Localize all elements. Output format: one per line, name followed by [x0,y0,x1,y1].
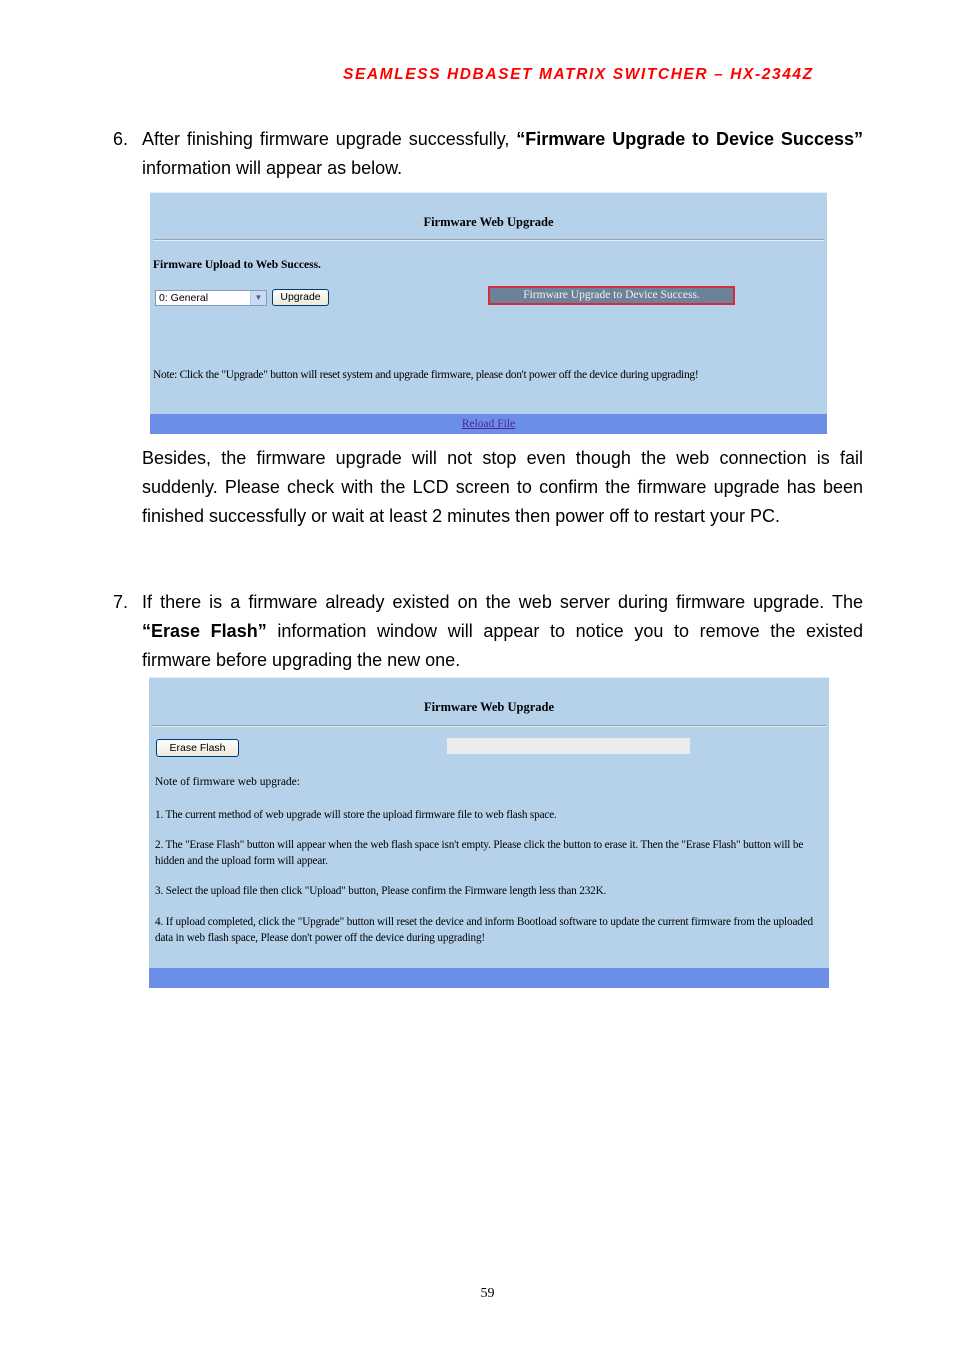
step-6-bold: “Firmware Upgrade to Device Success” [516,129,863,149]
footer-bar [149,968,829,988]
success-message: Firmware Upgrade to Device Success. [488,286,735,305]
step-6-text-after: information will appear as below. [142,157,403,178]
page-number: 59 [480,1286,495,1301]
step-6-text: After finishing firmware upgrade success… [142,125,863,183]
document-header: SEAMLESS HDBASET MATRIX SWITCHER – HX-23… [343,66,814,83]
note-item: 3. Select the upload file then click "Up… [155,885,607,897]
step-6-text-before: After finishing firmware upgrade success… [142,129,517,149]
note-item: 4. If upload completed, click the "Upgra… [155,916,813,944]
note-item: 1. The current method of web upgrade wil… [155,809,557,821]
upgrade-button[interactable]: Upgrade [272,289,329,306]
step-7-bold: “Erase Flash” [142,620,267,641]
panel-title: Firmware Web Upgrade [423,215,554,229]
top-edge [150,192,827,193]
firmware-upgrade-screenshot-success: Firmware Web Upgrade Firmware Upload to … [150,192,827,434]
select-value: 0: General [159,292,209,304]
note-heading: Note of firmware web upgrade: [155,776,300,788]
panel-title: Firmware Web Upgrade [423,700,555,714]
chevron-down-icon[interactable]: ▼ [250,291,266,305]
reload-file-link[interactable]: Reload File [462,418,515,430]
erase-flash-button[interactable]: Erase Flash [156,739,239,757]
step-7-text: If there is a firmware already existed o… [142,588,863,674]
divider [152,725,826,727]
firmware-type-select[interactable]: 0: General ▼ [155,290,267,306]
step-6-number: 6. [113,129,129,149]
divider [153,239,824,241]
firmware-upgrade-screenshot-erase: Firmware Web Upgrade Erase Flash Note of… [149,677,829,988]
step-7-text-before: If there is a firmware already existed o… [142,592,863,612]
footer-bar: Reload File [150,414,827,434]
besides-paragraph: Besides, the firmware upgrade will not s… [142,448,863,526]
upload-status-text: Firmware Upload to Web Success. [153,259,321,271]
top-edge [149,677,829,678]
upgrade-note: Note: Click the "Upgrade" button will re… [153,369,699,381]
note-item: 2. The "Erase Flash" button will appear … [155,839,804,867]
progress-bar [447,738,690,754]
step-7-number: 7. [113,592,129,612]
